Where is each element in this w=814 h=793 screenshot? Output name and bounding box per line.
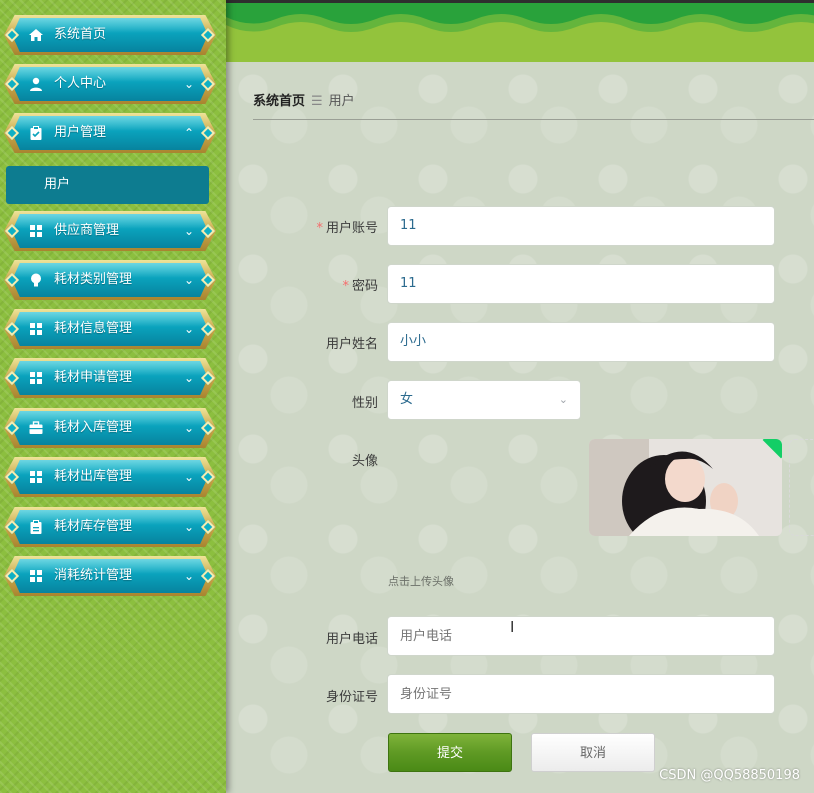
idcard-label: 身份证号 (325, 690, 378, 705)
chevron-down-icon: ⌄ (183, 322, 194, 336)
name-label: 用户姓名 (325, 337, 378, 352)
chevron-up-icon: ⌃ (183, 126, 194, 140)
grid-icon (28, 568, 44, 584)
sidebar-item-personal-center[interactable]: 个人中心 ⌄ (4, 64, 216, 104)
main-content: 系统首页 ☰ 用户 * 用户账号 11 * 密码 11 用户姓名 小小 性别 女 ⌄ 头… (226, 62, 814, 793)
required-mark: * (342, 279, 349, 294)
clipboard-icon (28, 125, 44, 141)
sidebar-item-material-request[interactable]: 耗材申请管理 ⌄ (4, 358, 216, 398)
password-label: * 密码 (342, 279, 378, 294)
sidebar-item-consumption-stats[interactable]: 消耗统计管理 ⌄ (4, 556, 216, 596)
sidebar-item-material-inbound[interactable]: 耗材入库管理 ⌄ (4, 408, 216, 448)
grid-icon (28, 469, 44, 485)
avatar-upload-area[interactable] (789, 439, 814, 536)
chevron-down-icon: ⌄ (183, 273, 194, 287)
sidebar-item-label: 耗材入库管理 (54, 420, 133, 435)
account-label: * 用户账号 (316, 221, 378, 236)
header-wave-decoration (226, 3, 814, 32)
chevron-down-icon: ⌄ (183, 421, 194, 435)
grid-icon (28, 321, 44, 337)
breadcrumb: 系统首页 ☰ 用户 (253, 90, 355, 109)
sidebar-item-label: 供应商管理 (54, 223, 120, 238)
avatar-image[interactable] (589, 439, 782, 536)
cancel-button[interactable]: 取消 (531, 733, 655, 772)
breadcrumb-divider (253, 119, 814, 120)
sidebar-item-label: 个人中心 (54, 76, 107, 91)
sidebar-item-label: 用户管理 (54, 125, 107, 140)
sidebar-item-label: 耗材申请管理 (54, 370, 133, 385)
sidebar-item-label: 消耗统计管理 (54, 568, 133, 583)
sidebar-item-supplier-management[interactable]: 供应商管理 ⌄ (4, 211, 216, 251)
clipboard-icon (28, 519, 44, 535)
idcard-input[interactable] (387, 674, 775, 714)
sidebar-item-label: 耗材类别管理 (54, 272, 133, 287)
chevron-down-icon: ⌄ (183, 224, 194, 238)
briefcase-icon (28, 420, 44, 436)
chevron-down-icon: ⌄ (183, 520, 194, 534)
sidebar-item-material-category[interactable]: 耗材类别管理 ⌄ (4, 260, 216, 300)
submit-button[interactable]: 提交 (388, 733, 512, 772)
chevron-down-icon: ⌄ (183, 569, 194, 583)
sidebar-item-label: 耗材信息管理 (54, 321, 133, 336)
chevron-down-icon: ⌄ (183, 77, 194, 91)
watermark: CSDN @QQ58850198 (659, 768, 800, 783)
sidebar-item-material-info[interactable]: 耗材信息管理 ⌄ (4, 309, 216, 349)
top-header (226, 0, 814, 62)
text-cursor-icon: I (510, 618, 515, 636)
sidebar-item-label: 系统首页 (54, 27, 107, 42)
phone-input[interactable] (387, 616, 775, 656)
sidebar: 系统首页 个人中心 ⌄ 用户管理 ⌃ 用户 供应商管理 ⌄ 耗材类别管理 ⌄ 耗… (0, 0, 226, 793)
password-input[interactable]: 11 (387, 264, 775, 304)
gender-select[interactable]: 女 ⌄ (387, 380, 581, 420)
avatar-upload-tip: 点击上传头像 (388, 575, 454, 588)
chevron-down-icon: ⌄ (183, 371, 194, 385)
gender-label: 性别 (351, 396, 378, 411)
avatar-label: 头像 (351, 454, 378, 469)
user-icon (28, 76, 44, 92)
gender-select-value: 女 (400, 392, 414, 407)
account-input[interactable]: 11 (387, 206, 775, 246)
sidebar-item-material-outbound[interactable]: 耗材出库管理 ⌄ (4, 457, 216, 497)
name-input[interactable]: 小小 (387, 322, 775, 362)
chevron-down-icon: ⌄ (558, 393, 568, 406)
sidebar-subitem-user[interactable]: 用户 (6, 166, 209, 204)
sidebar-item-label: 耗材库存管理 (54, 519, 133, 534)
sidebar-item-user-management[interactable]: 用户管理 ⌃ (4, 113, 216, 153)
breadcrumb-home[interactable]: 系统首页 (253, 94, 305, 109)
sidebar-item-material-stock[interactable]: 耗材库存管理 ⌄ (4, 507, 216, 547)
grid-icon (28, 223, 44, 239)
home-icon (28, 27, 44, 43)
sidebar-item-home[interactable]: 系统首页 (4, 15, 216, 55)
phone-label: 用户电话 (325, 632, 378, 647)
required-mark: * (316, 221, 323, 236)
grid-icon (28, 370, 44, 386)
breadcrumb-separator-icon: ☰ (311, 94, 323, 109)
chevron-down-icon: ⌄ (183, 470, 194, 484)
breadcrumb-current: 用户 (328, 94, 355, 109)
bulb-icon (28, 272, 44, 288)
sidebar-item-label: 耗材出库管理 (54, 469, 133, 484)
